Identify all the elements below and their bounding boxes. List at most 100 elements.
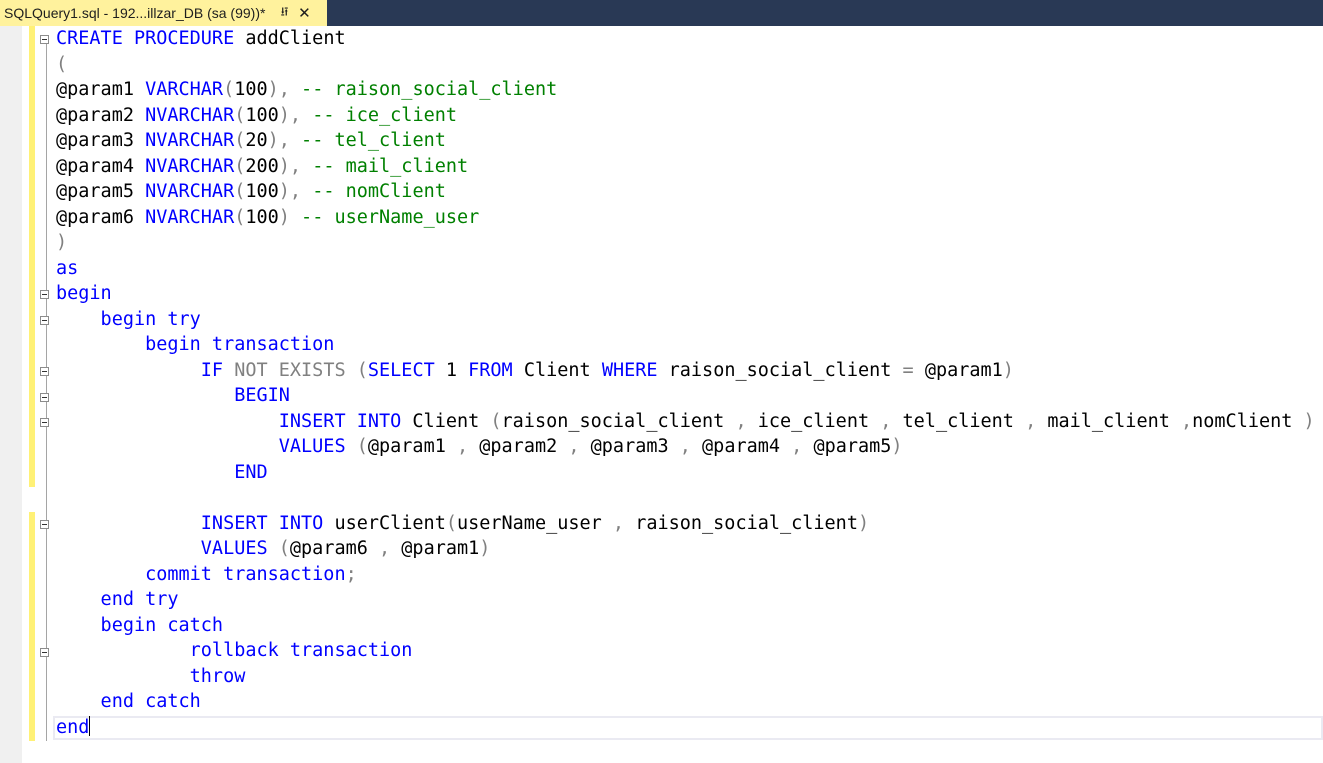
code-token: INSERT INTO	[56, 410, 413, 432]
code-token: 100	[245, 104, 279, 126]
code-token: -- mail_client	[301, 155, 469, 177]
code-token: @param5	[813, 436, 892, 457]
code-token: )	[479, 538, 491, 559]
code-line[interactable]: throw	[56, 664, 1316, 690]
code-token: -- ice_client	[301, 104, 457, 126]
code-token: (	[278, 538, 290, 559]
code-token: begin transaction	[56, 334, 335, 355]
collapse-toggle-icon[interactable]	[40, 418, 49, 427]
code-token: )	[278, 206, 290, 228]
code-line[interactable]: @param4 NVARCHAR(200), -- mail_client	[56, 154, 1316, 180]
code-token: rollback transaction	[56, 640, 413, 661]
code-line[interactable]: begin	[56, 281, 1316, 307]
code-line[interactable]: rollback transaction	[56, 638, 1316, 664]
code-token: 100	[234, 79, 268, 100]
code-line[interactable]: IF NOT EXISTS (SELECT 1 FROM Client WHER…	[56, 358, 1316, 384]
code-token: Client	[523, 359, 602, 381]
code-line[interactable]: @param3 NVARCHAR(20), -- tel_client	[56, 128, 1316, 154]
code-token: ),	[278, 104, 302, 126]
collapse-toggle-icon[interactable]	[40, 393, 49, 402]
code-token: )	[1303, 410, 1315, 432]
collapse-toggle-icon[interactable]	[40, 520, 49, 529]
code-token: -- tel_client	[289, 130, 446, 151]
code-token: ,	[1025, 410, 1048, 432]
code-token: ),	[278, 155, 302, 177]
sql-editor[interactable]: CREATE PROCEDURE addClient(@param1 VARCH…	[0, 26, 1323, 763]
code-token: ,	[456, 436, 480, 457]
code-token: FROM	[468, 359, 524, 381]
code-token: mail_client	[1047, 410, 1181, 432]
code-token: @param1	[401, 538, 480, 559]
code-line[interactable]	[56, 485, 1316, 511]
code-token: NOT EXISTS	[234, 359, 357, 381]
code-line[interactable]: commit transaction;	[56, 562, 1316, 588]
document-tab-strip: SQLQuery1.sql - 192...illzar_DB (sa (99)…	[0, 0, 1323, 26]
code-token: 1	[445, 359, 469, 381]
collapse-toggle-icon[interactable]	[40, 648, 49, 657]
code-line[interactable]: end	[56, 715, 1316, 741]
code-token: ,	[880, 410, 903, 432]
code-token: IF	[56, 359, 235, 381]
code-token: )	[56, 232, 68, 253]
close-icon[interactable]: ✕	[295, 4, 313, 22]
code-line[interactable]: BEGIN	[56, 383, 1316, 409]
code-text-area[interactable]: CREATE PROCEDURE addClient(@param1 VARCH…	[56, 26, 1316, 740]
code-token: ),	[278, 181, 302, 202]
code-line[interactable]: begin catch	[56, 613, 1316, 639]
code-token: -- raison_social_client	[289, 79, 558, 100]
code-token: begin try	[56, 308, 201, 330]
code-token: begin catch	[56, 614, 224, 636]
code-line[interactable]: begin try	[56, 307, 1316, 333]
code-line[interactable]: begin transaction	[56, 332, 1316, 358]
code-line[interactable]: @param2 NVARCHAR(100), -- ice_client	[56, 103, 1316, 129]
code-token: ,	[679, 436, 703, 457]
code-token: ),	[267, 79, 290, 100]
code-token: tel_client	[902, 410, 1026, 432]
code-line[interactable]: (	[56, 52, 1316, 78]
code-line[interactable]: INSERT INTO userClient(userName_user , r…	[56, 511, 1316, 537]
code-line[interactable]: VALUES (@param6 , @param1)	[56, 536, 1316, 562]
text-caret	[89, 715, 91, 736]
code-line[interactable]: @param5 NVARCHAR(100), -- nomClient	[56, 179, 1316, 205]
code-token: ,	[568, 436, 591, 457]
code-token: CREATE PROCEDURE	[56, 28, 235, 49]
code-token: )	[857, 512, 870, 534]
code-line[interactable]: end try	[56, 587, 1316, 613]
code-token: (	[223, 79, 235, 100]
code-line[interactable]: END	[56, 460, 1316, 486]
code-token: -- userName_user	[289, 206, 480, 228]
code-token: (	[234, 130, 246, 151]
code-line[interactable]: VALUES (@param1 , @param2 , @param3 , @p…	[56, 434, 1316, 460]
collapse-toggle-icon[interactable]	[40, 316, 49, 325]
collapse-toggle-icon[interactable]	[40, 367, 49, 376]
code-token: WHERE	[601, 359, 669, 381]
collapse-toggle-icon[interactable]	[40, 35, 49, 44]
code-token: SELECT	[367, 359, 446, 381]
code-token: @param4	[56, 155, 146, 177]
code-token: raison_social_client	[635, 512, 858, 534]
code-line[interactable]: INSERT INTO Client (raison_social_client…	[56, 409, 1316, 435]
code-token: NVARCHAR	[145, 104, 235, 126]
code-token: )	[891, 436, 903, 457]
code-token: (	[234, 206, 246, 228]
query-tab[interactable]: SQLQuery1.sql - 192...illzar_DB (sa (99)…	[0, 0, 327, 26]
code-token: END	[56, 461, 268, 483]
code-token: (	[490, 410, 502, 432]
code-token: ,	[379, 538, 402, 559]
code-line[interactable]: )	[56, 230, 1316, 256]
code-token: 20	[245, 130, 268, 151]
code-line[interactable]: @param6 NVARCHAR(100) -- userName_user	[56, 205, 1316, 231]
query-tab-title: SQLQuery1.sql - 192...illzar_DB (sa (99)…	[4, 5, 266, 21]
code-token: raison_social_client	[501, 410, 736, 432]
code-line[interactable]: CREATE PROCEDURE addClient	[56, 26, 1316, 52]
code-token: end	[56, 716, 90, 738]
code-line[interactable]: @param1 VARCHAR(100), -- raison_social_c…	[56, 77, 1316, 103]
code-line[interactable]: as	[56, 256, 1316, 282]
pin-icon[interactable]: ⭿	[275, 3, 293, 24]
code-token: BEGIN	[56, 385, 290, 406]
code-token: throw	[56, 665, 246, 687]
code-token: end try	[56, 589, 179, 610]
code-token: ,	[1181, 410, 1193, 432]
collapse-toggle-icon[interactable]	[40, 290, 49, 299]
code-line[interactable]: end catch	[56, 689, 1316, 715]
